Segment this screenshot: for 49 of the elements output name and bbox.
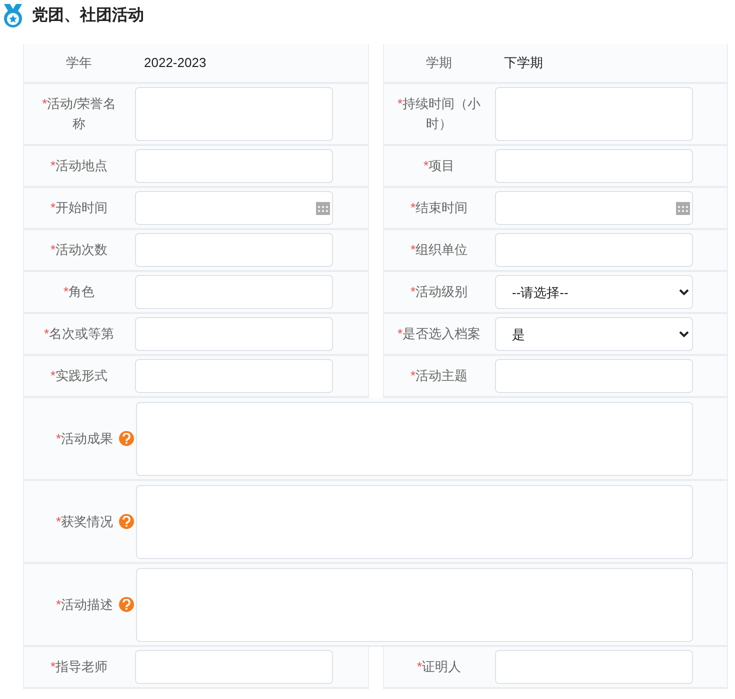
field-label: 学年	[66, 54, 92, 72]
text-area[interactable]	[136, 484, 693, 558]
input-field[interactable]	[135, 233, 333, 267]
field-label: *获奖情况	[56, 512, 113, 530]
field-value: 下学期	[504, 54, 543, 72]
field-label: *项目	[423, 157, 455, 175]
field-label: *活动次数	[50, 241, 108, 259]
input-field[interactable]	[495, 149, 693, 183]
field-label: *活动主题	[410, 367, 468, 385]
input-field[interactable]	[495, 233, 693, 267]
field-label: *持续时间（小时）	[397, 95, 481, 133]
input-field[interactable]	[135, 317, 333, 351]
dropdown[interactable]: --请选择--	[495, 275, 693, 309]
date-field[interactable]	[495, 191, 693, 225]
help-icon[interactable]	[119, 597, 134, 612]
text-area[interactable]	[136, 402, 693, 476]
field-label: *是否选入档案	[397, 325, 481, 343]
input-field[interactable]	[135, 650, 333, 684]
input-field[interactable]	[495, 359, 693, 393]
field-label: *结束时间	[410, 199, 468, 217]
field-label: *指导老师	[50, 658, 108, 676]
field-label: *组织单位	[410, 241, 468, 259]
field-label: *证明人	[416, 658, 462, 676]
help-icon[interactable]	[119, 431, 134, 446]
medal-icon	[2, 4, 24, 28]
input-field[interactable]	[495, 87, 693, 141]
input-field[interactable]	[135, 359, 333, 393]
field-label: *活动地点	[50, 157, 108, 175]
section-title: 党团、社团活动	[32, 6, 144, 26]
input-field[interactable]	[135, 87, 333, 141]
field-label: *名次或等第	[44, 325, 114, 343]
input-field[interactable]	[135, 275, 333, 309]
text-area[interactable]	[136, 568, 693, 642]
field-value: 2022-2023	[144, 54, 206, 72]
field-label: *开始时间	[50, 199, 108, 217]
calendar-icon[interactable]	[676, 201, 690, 215]
field-label: *活动级别	[410, 283, 468, 301]
input-field[interactable]	[495, 650, 693, 684]
help-icon[interactable]	[119, 514, 134, 529]
field-label: *角色	[63, 283, 95, 301]
date-field[interactable]	[135, 191, 333, 225]
field-label: 学期	[426, 54, 452, 72]
field-label: *实践形式	[50, 367, 108, 385]
field-label: *活动描述	[56, 596, 113, 614]
field-label: *活动成果	[56, 430, 113, 448]
field-label: *活动/荣誉名称	[41, 95, 117, 133]
input-field[interactable]	[135, 149, 333, 183]
calendar-icon[interactable]	[316, 201, 330, 215]
dropdown[interactable]: 是	[495, 317, 693, 351]
